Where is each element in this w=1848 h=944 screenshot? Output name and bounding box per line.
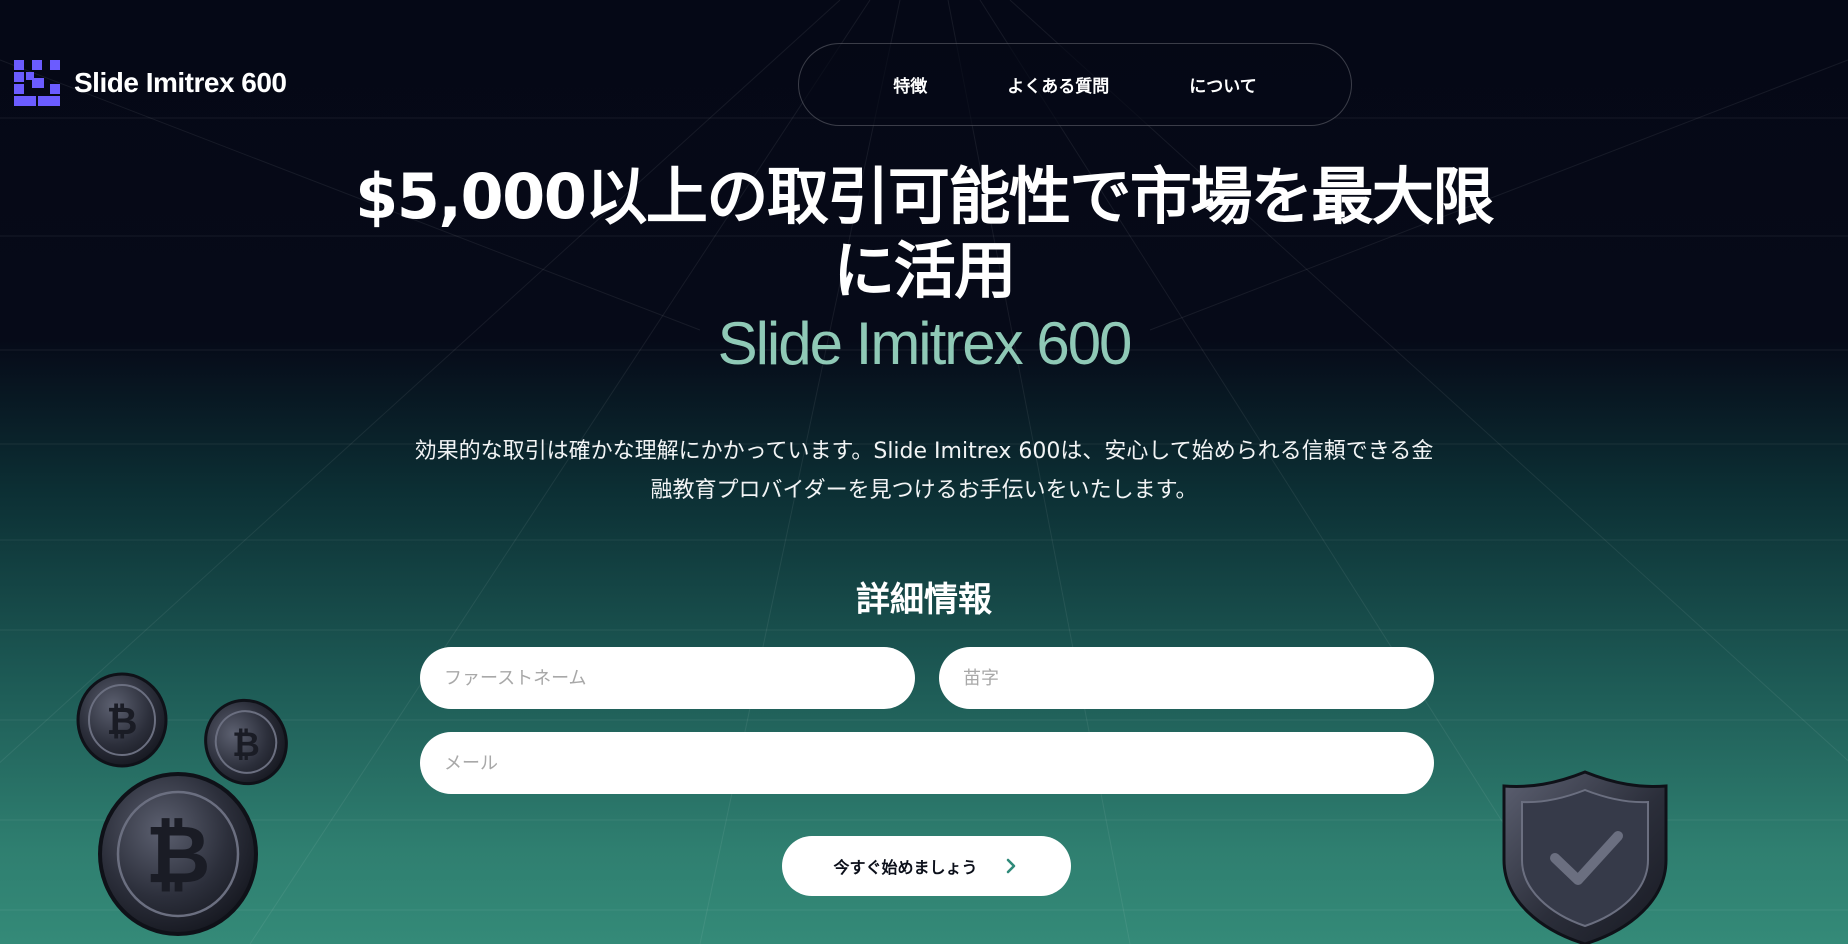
main-nav: 特徴 よくある質問 について [798,43,1352,126]
svg-text:₿: ₿ [232,725,260,765]
bitcoin-coins-illustration: ₿ ₿ ₿ [76,672,288,936]
hero-description-line-2: 融教育プロバイダーを見つけるお手伝いをいたします。 [650,478,1198,503]
hero-description-line-1: 効果的な取引は確かな理解にかかっています。Slide Imitrex 600は、… [414,439,1434,464]
svg-text:₿: ₿ [107,699,138,743]
start-now-button[interactable]: 今すぐ始めましょう [782,836,1071,896]
brand-logo[interactable]: Slide Imitrex 600 [14,60,287,106]
hero-brand-line: Slide Imitrex 600 [717,310,1133,377]
start-now-label: 今すぐ始めましょう [833,858,978,877]
last-name-input[interactable] [939,647,1434,709]
nav-item-features[interactable]: 特徴 [853,72,967,97]
nav-item-faq[interactable]: よくある質問 [967,72,1149,97]
hero-title: $5,000以上の取引可能性で市場を最大限 に活用 [330,160,1518,308]
bitcoin-coin-icon: ₿ [98,772,258,936]
email-input[interactable] [420,732,1434,794]
hero-title-line-2: に活用 [833,234,1016,307]
hero-title-line-1: $5,000以上の取引可能性で市場を最大限 [355,160,1494,233]
chevron-right-icon [1006,858,1015,874]
hero-description: 効果的な取引は確かな理解にかかっています。Slide Imitrex 600は、… [360,432,1488,510]
svg-text:₿: ₿ [145,808,210,901]
nav-item-about[interactable]: について [1149,72,1297,97]
shield-check-icon [1502,770,1668,944]
bitcoin-coin-icon: ₿ [76,672,168,768]
form-title: 詳細情報 [856,580,992,620]
first-name-input[interactable] [420,647,915,709]
logo-mark-icon [14,60,60,106]
brand-name: Slide Imitrex 600 [74,67,287,98]
